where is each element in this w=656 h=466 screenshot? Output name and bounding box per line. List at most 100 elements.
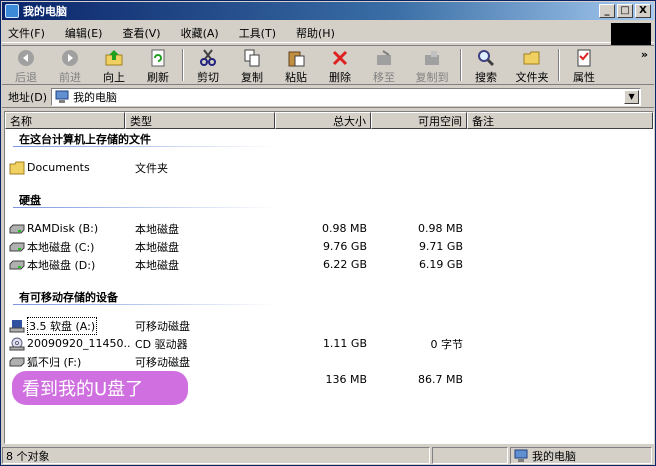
list-item[interactable]: Documents 文件夹: [9, 159, 649, 176]
up-button[interactable]: 向上: [94, 46, 134, 84]
paste-label: 粘贴: [285, 71, 307, 84]
annotation-bubble: 看到我的U盘了: [12, 371, 188, 405]
list-item[interactable]: 本地磁盘 (C:) 本地磁盘 9.76 GB 9.71 GB: [9, 238, 649, 255]
item-name: 本地磁盘 (D:): [27, 258, 96, 272]
status-object-count: 8 个对象: [2, 447, 430, 464]
my-computer-icon: [514, 449, 528, 462]
move-to-button[interactable]: 移至: [364, 46, 404, 84]
floppy-drive-icon: [9, 319, 25, 332]
menu-tools[interactable]: 工具(T): [239, 25, 276, 41]
item-free: 0 字节: [430, 337, 464, 351]
item-type: 可移动磁盘: [135, 319, 190, 333]
toolbar-separator: [460, 49, 462, 81]
list-item[interactable]: RAMDisk (B:) 本地磁盘 0.98 MB 0.98 MB: [9, 220, 649, 237]
cut-label: 剪切: [197, 71, 219, 84]
copy-button[interactable]: 复制: [232, 46, 272, 84]
item-total: 9.76 GB: [322, 240, 367, 253]
paste-button[interactable]: 粘贴: [276, 46, 316, 84]
toolbar-separator: [558, 49, 560, 81]
item-type: 文件夹: [135, 161, 168, 175]
group-divider: [13, 304, 277, 305]
item-free: 6.19 GB: [418, 258, 463, 271]
menu-view[interactable]: 查看(V): [122, 25, 160, 41]
close-button[interactable]: X: [635, 4, 651, 18]
column-free-space[interactable]: 可用空间: [371, 112, 467, 129]
group-files: 在这台计算机上存储的文件: [19, 133, 151, 146]
status-empty-panel: [432, 447, 508, 464]
minimize-button[interactable]: _: [599, 4, 615, 18]
windows-logo: [611, 23, 651, 45]
back-label: 后退: [15, 71, 37, 84]
hard-disk-icon: [9, 224, 25, 233]
address-input[interactable]: 我的电脑 ▼: [51, 87, 642, 106]
list-item[interactable]: 本地磁盘 (D:) 本地磁盘 6.22 GB 6.19 GB: [9, 256, 649, 273]
address-dropdown-button[interactable]: ▼: [624, 89, 640, 104]
menu-help[interactable]: 帮助(H): [296, 25, 335, 41]
maximize-button[interactable]: □: [617, 4, 633, 18]
forward-button[interactable]: 前进: [50, 46, 90, 84]
item-total: 6.22 GB: [322, 258, 367, 271]
folders-button[interactable]: 文件夹: [510, 46, 554, 84]
status-bar: 8 个对象 我的电脑: [2, 446, 654, 465]
copy-to-button[interactable]: 复制到: [408, 46, 456, 84]
toolbar-separator: [182, 49, 184, 81]
column-name[interactable]: 名称: [5, 112, 125, 129]
move-to-label: 移至: [373, 71, 395, 84]
forward-label: 前进: [59, 71, 81, 84]
item-free: 86.7 MB: [417, 373, 463, 386]
menu-favorites[interactable]: 收藏(A): [181, 25, 219, 41]
cd-drive-icon: [9, 337, 25, 350]
toolbar: 后退 前进 向上 刷新 剪切 复制 粘贴 删除 移至 复制到 搜索 文件夹 属性…: [2, 45, 654, 85]
properties-icon: [575, 49, 593, 67]
refresh-button[interactable]: 刷新: [138, 46, 178, 84]
refresh-label: 刷新: [147, 71, 169, 84]
hard-disk-icon: [9, 242, 25, 251]
column-type[interactable]: 类型: [125, 112, 275, 129]
explorer-window: 我的电脑 _ □ X 文件(F) 编辑(E) 查看(V) 收藏(A) 工具(T)…: [0, 0, 656, 466]
item-type: 可移动磁盘: [135, 355, 190, 369]
properties-label: 属性: [573, 71, 595, 84]
delete-button[interactable]: 删除: [320, 46, 360, 84]
item-name: Documents: [27, 161, 90, 174]
toolbar-overflow-chevron[interactable]: »: [641, 48, 648, 61]
paste-icon: [287, 49, 305, 67]
item-free: 9.71 GB: [418, 240, 463, 253]
cut-button[interactable]: 剪切: [188, 46, 228, 84]
list-item[interactable]: 3.5 软盘 (A:) 可移动磁盘: [9, 316, 649, 335]
item-type: 本地磁盘: [135, 222, 179, 236]
hard-disk-icon: [9, 260, 25, 269]
copy-to-icon: [423, 49, 441, 67]
removable-disk-icon: [9, 357, 25, 366]
search-label: 搜索: [475, 71, 497, 84]
back-button[interactable]: 后退: [6, 46, 46, 84]
refresh-icon: [149, 49, 167, 67]
item-type: CD 驱动器: [135, 337, 188, 351]
item-name: 本地磁盘 (C:): [27, 240, 95, 254]
item-name: 20090920_11450...: [27, 337, 131, 350]
copy-label: 复制: [241, 71, 263, 84]
item-type: 本地磁盘: [135, 258, 179, 272]
menu-edit[interactable]: 编辑(E): [65, 25, 103, 41]
copy-icon: [243, 49, 261, 67]
list-item[interactable]: 20090920_11450... CD 驱动器 1.11 GB 0 字节: [9, 335, 649, 352]
menu-file[interactable]: 文件(F): [8, 25, 45, 41]
title-bar: 我的电脑 _ □ X: [2, 2, 654, 20]
move-to-icon: [375, 49, 393, 67]
properties-button[interactable]: 属性: [564, 46, 604, 84]
search-button[interactable]: 搜索: [466, 46, 506, 84]
copy-to-label: 复制到: [415, 71, 449, 84]
delete-x-icon: [331, 49, 349, 67]
status-location: 我的电脑: [510, 447, 652, 464]
forward-arrow-icon: [61, 49, 79, 67]
column-total-size[interactable]: 总大小: [275, 112, 371, 129]
item-type: 本地磁盘: [135, 240, 179, 254]
folder-icon: [9, 161, 25, 174]
list-item[interactable]: 狐不归 (F:) 可移动磁盘: [9, 353, 649, 370]
item-total: 0.98 MB: [321, 222, 367, 235]
list-header: 名称 类型 总大小 可用空间 备注: [5, 112, 653, 129]
item-free: 0.98 MB: [417, 222, 463, 235]
folder-icon: [523, 49, 541, 67]
back-arrow-icon: [17, 49, 35, 67]
item-total: 136 MB: [325, 373, 367, 386]
column-notes[interactable]: 备注: [467, 112, 653, 129]
